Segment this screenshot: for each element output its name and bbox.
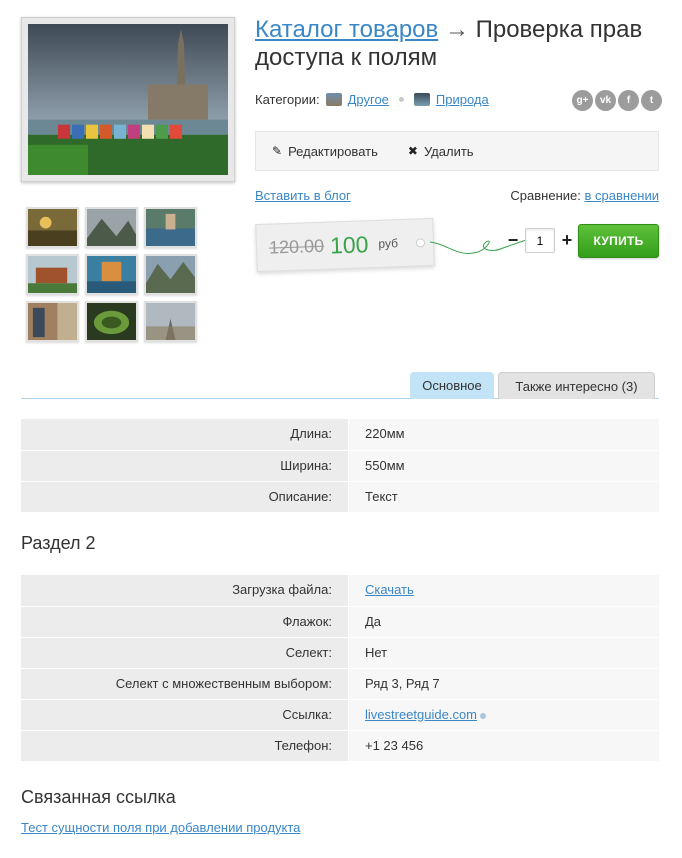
product-main-photo[interactable] xyxy=(21,17,235,182)
quantity-input[interactable] xyxy=(525,228,555,253)
social-share: g+ vk f t xyxy=(572,90,662,111)
property-value: Скачать xyxy=(348,575,659,606)
category-image-icon xyxy=(325,93,342,106)
property-value: Нет xyxy=(348,638,659,668)
quantity-stepper: − + xyxy=(507,228,573,253)
edit-icon: ✎ xyxy=(272,144,283,158)
table-row: Флажок: Да xyxy=(21,606,659,637)
property-key: Селект: xyxy=(21,638,348,668)
external-link-icon xyxy=(480,712,486,719)
property-value: 220мм xyxy=(348,419,659,450)
table-row: Селект с множественным выбором: Ряд 3, Р… xyxy=(21,668,659,699)
delete-icon: ✖ xyxy=(407,144,418,158)
property-value: Да xyxy=(348,607,659,637)
thumbnail[interactable] xyxy=(144,254,197,295)
property-key: Флажок: xyxy=(21,607,348,637)
compare-link[interactable]: в сравнении xyxy=(585,188,660,203)
page-title: Каталог товаров → Проверка прав доступа … xyxy=(255,16,665,72)
product-photo-image xyxy=(28,24,228,175)
facebook-icon[interactable]: f xyxy=(618,90,639,111)
property-value: livestreetguide.com xyxy=(348,700,659,730)
category-link-other[interactable]: Другое xyxy=(348,92,389,107)
google-plus-icon[interactable]: g+ xyxy=(572,90,593,111)
breadcrumb-arrow: → xyxy=(444,16,469,43)
actions-bar: ✎ Редактировать ✖ Удалить xyxy=(255,131,659,171)
external-link[interactable]: livestreetguide.com xyxy=(365,707,477,722)
categories-label: Категории: xyxy=(255,92,320,107)
currency: руб xyxy=(378,236,399,251)
table-row: Ширина: 550мм xyxy=(21,450,659,481)
thumbnail[interactable] xyxy=(85,301,138,342)
property-key: Селект с множественным выбором: xyxy=(21,669,348,699)
thumbnail-grid xyxy=(26,207,200,342)
insert-into-blog-link[interactable]: Вставить в блог xyxy=(255,188,351,203)
thumbnail[interactable] xyxy=(144,207,197,248)
property-value: 550мм xyxy=(348,451,659,481)
table-row: Описание: Текст xyxy=(21,481,659,512)
property-key: Описание: xyxy=(21,482,348,512)
tag-hole xyxy=(415,238,426,248)
buy-button[interactable]: КУПИТЬ xyxy=(578,224,659,258)
delete-button[interactable]: ✖ Удалить xyxy=(408,144,474,159)
tabs: Основное Также интересно (3) xyxy=(21,371,659,399)
compare-label: Сравнение: xyxy=(510,188,581,203)
property-key: Длина: xyxy=(21,419,348,450)
thumbnail[interactable] xyxy=(85,207,138,248)
quantity-minus-button[interactable]: − xyxy=(507,230,519,251)
catalog-breadcrumb-link[interactable]: Каталог товаров xyxy=(255,16,438,43)
property-value: +1 23 456 xyxy=(348,731,659,761)
table-row: Загрузка файла: Скачать xyxy=(21,575,659,606)
price-tag: 120.00 100 руб xyxy=(255,217,435,273)
properties-table-section2: Загрузка файла: Скачать Флажок: Да Селек… xyxy=(21,575,659,761)
new-price: 100 xyxy=(329,230,369,259)
property-key: Ширина: xyxy=(21,451,348,481)
separator-dot xyxy=(398,97,404,102)
quantity-plus-button[interactable]: + xyxy=(561,230,573,251)
related-title: Связанная ссылка xyxy=(21,787,176,807)
related-link[interactable]: Тест сущности поля при добавлении продук… xyxy=(21,820,300,835)
old-price: 120.00 xyxy=(268,235,325,258)
table-row: Длина: 220мм xyxy=(21,419,659,450)
thumbnail[interactable] xyxy=(26,301,79,342)
thumbnail[interactable] xyxy=(144,301,197,342)
table-row: Селект: Нет xyxy=(21,637,659,668)
category-image-icon xyxy=(413,93,430,106)
table-row: Ссылка: livestreetguide.com xyxy=(21,699,659,730)
delete-label: Удалить xyxy=(423,143,474,159)
category-link-nature[interactable]: Природа xyxy=(436,92,489,107)
property-value: Ряд 3, Ряд 7 xyxy=(348,669,659,699)
property-key: Ссылка: xyxy=(21,700,348,730)
properties-table-main: Длина: 220мм Ширина: 550мм Описание: Тек… xyxy=(21,419,659,512)
property-key: Загрузка файла: xyxy=(21,575,348,606)
categories: Категории: Другое Природа xyxy=(255,92,489,107)
download-link[interactable]: Скачать xyxy=(365,582,414,597)
vk-icon[interactable]: vk xyxy=(595,90,616,111)
section-title: Раздел 2 xyxy=(21,533,96,553)
edit-label: Редактировать xyxy=(288,143,378,159)
tab-also-interesting[interactable]: Также интересно (3) xyxy=(498,372,655,399)
thumbnail[interactable] xyxy=(26,254,79,295)
property-key: Телефон: xyxy=(21,731,348,761)
compare: Сравнение: в сравнении xyxy=(510,188,659,203)
twitter-icon[interactable]: t xyxy=(641,90,662,111)
thumbnail[interactable] xyxy=(85,254,138,295)
property-value: Текст xyxy=(348,482,659,512)
table-row: Телефон: +1 23 456 xyxy=(21,730,659,761)
thumbnail[interactable] xyxy=(26,207,79,248)
edit-button[interactable]: ✎ Редактировать xyxy=(272,144,378,159)
tab-main[interactable]: Основное xyxy=(410,372,494,399)
